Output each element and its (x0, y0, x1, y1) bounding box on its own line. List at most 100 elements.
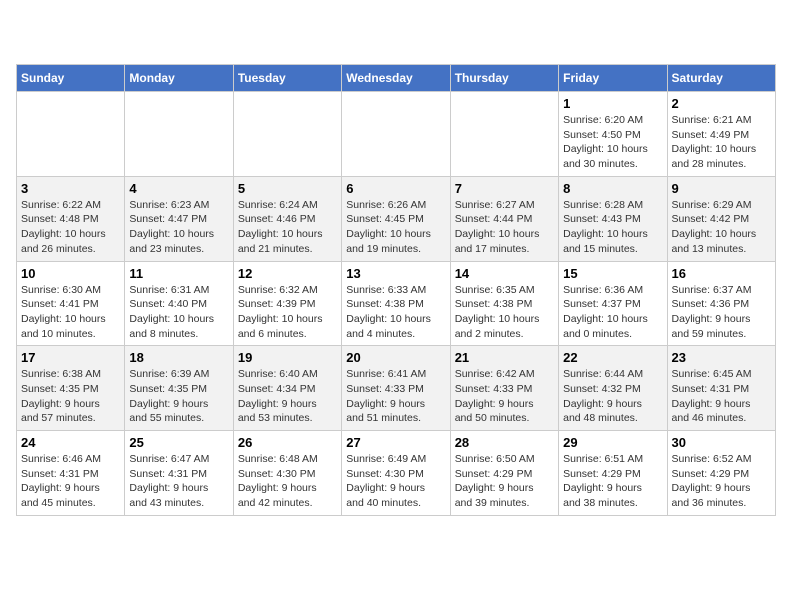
logo-icon (16, 16, 52, 52)
calendar-cell: 1Sunrise: 6:20 AM Sunset: 4:50 PM Daylig… (559, 92, 667, 177)
day-number: 14 (455, 266, 554, 281)
calendar-cell: 15 Sunrise: 6:36 AM Sunset: 4:37 PM Dayli… (559, 261, 667, 346)
calendar-cell: 28 Sunrise: 6:50 AM Sunset: 4:29 PM Dayli… (450, 431, 558, 516)
calendar-cell: 11 Sunrise: 6:31 AM Sunset: 4:40 PM Dayli… (125, 261, 233, 346)
calendar-cell (125, 92, 233, 177)
day-info: Sunrise: 6:44 AM Sunset: 4:32 PM Dayligh… (563, 367, 662, 426)
calendar-table: SundayMondayTuesdayWednesdayThursdayFrid… (16, 64, 776, 516)
calendar-cell: 17 Sunrise: 6:38 AM Sunset: 4:35 PM Dayli… (17, 346, 125, 431)
day-info: Sunrise: 6:24 AM Sunset: 4:46 PM Dayligh… (238, 198, 337, 257)
calendar-cell: 4 Sunrise: 6:23 AM Sunset: 4:47 PM Daylig… (125, 176, 233, 261)
calendar-cell: 14Sunrise: 6:35 AM Sunset: 4:38 PM Dayli… (450, 261, 558, 346)
day-info: Sunrise: 6:42 AM Sunset: 4:33 PM Dayligh… (455, 367, 554, 426)
calendar-cell: 13 Sunrise: 6:33 AM Sunset: 4:38 PM Dayli… (342, 261, 450, 346)
day-info: Sunrise: 6:26 AM Sunset: 4:45 PM Dayligh… (346, 198, 445, 257)
day-info: Sunrise: 6:38 AM Sunset: 4:35 PM Dayligh… (21, 367, 120, 426)
calendar-cell: 10 Sunrise: 6:30 AM Sunset: 4:41 PM Dayli… (17, 261, 125, 346)
calendar-cell: 19Sunrise: 6:40 AM Sunset: 4:34 PM Dayli… (233, 346, 341, 431)
day-info: Sunrise: 6:21 AM Sunset: 4:49 PM Dayligh… (672, 113, 771, 172)
day-number: 16 (672, 266, 771, 281)
day-number: 29 (563, 435, 662, 450)
day-info: Sunrise: 6:48 AM Sunset: 4:30 PM Dayligh… (238, 452, 337, 511)
calendar-week-row: 10 Sunrise: 6:30 AM Sunset: 4:41 PM Dayli… (17, 261, 776, 346)
day-number: 19 (238, 350, 337, 365)
day-number: 24 (21, 435, 120, 450)
day-info: Sunrise: 6:39 AM Sunset: 4:35 PM Dayligh… (129, 367, 228, 426)
weekday-header: Monday (125, 65, 233, 92)
calendar-cell (17, 92, 125, 177)
day-info: Sunrise: 6:49 AM Sunset: 4:30 PM Dayligh… (346, 452, 445, 511)
day-number: 12 (238, 266, 337, 281)
day-number: 30 (672, 435, 771, 450)
weekday-header: Friday (559, 65, 667, 92)
day-info: Sunrise: 6:46 AM Sunset: 4:31 PM Dayligh… (21, 452, 120, 511)
day-number: 20 (346, 350, 445, 365)
day-number: 25 (129, 435, 228, 450)
calendar-cell: 7 Sunrise: 6:27 AM Sunset: 4:44 PM Daylig… (450, 176, 558, 261)
day-number: 3 (21, 181, 120, 196)
day-number: 22 (563, 350, 662, 365)
calendar-cell: 30 Sunrise: 6:52 AM Sunset: 4:29 PM Dayli… (667, 431, 775, 516)
day-info: Sunrise: 6:36 AM Sunset: 4:37 PM Dayligh… (563, 283, 662, 342)
day-number: 11 (129, 266, 228, 281)
calendar-cell: 12 Sunrise: 6:32 AM Sunset: 4:39 PM Dayli… (233, 261, 341, 346)
day-number: 26 (238, 435, 337, 450)
calendar-week-row: 1Sunrise: 6:20 AM Sunset: 4:50 PM Daylig… (17, 92, 776, 177)
day-info: Sunrise: 6:41 AM Sunset: 4:33 PM Dayligh… (346, 367, 445, 426)
day-info: Sunrise: 6:27 AM Sunset: 4:44 PM Dayligh… (455, 198, 554, 257)
day-number: 13 (346, 266, 445, 281)
calendar-cell: 23 Sunrise: 6:45 AM Sunset: 4:31 PM Dayli… (667, 346, 775, 431)
day-info: Sunrise: 6:52 AM Sunset: 4:29 PM Dayligh… (672, 452, 771, 511)
logo (16, 16, 52, 52)
day-number: 1 (563, 96, 662, 111)
calendar-cell: 27 Sunrise: 6:49 AM Sunset: 4:30 PM Dayli… (342, 431, 450, 516)
day-number: 6 (346, 181, 445, 196)
day-info: Sunrise: 6:45 AM Sunset: 4:31 PM Dayligh… (672, 367, 771, 426)
day-number: 18 (129, 350, 228, 365)
calendar-cell: 5 Sunrise: 6:24 AM Sunset: 4:46 PM Daylig… (233, 176, 341, 261)
day-number: 10 (21, 266, 120, 281)
day-number: 27 (346, 435, 445, 450)
calendar-cell: 22 Sunrise: 6:44 AM Sunset: 4:32 PM Dayli… (559, 346, 667, 431)
day-info: Sunrise: 6:37 AM Sunset: 4:36 PM Dayligh… (672, 283, 771, 342)
calendar-week-row: 24 Sunrise: 6:46 AM Sunset: 4:31 PM Dayli… (17, 431, 776, 516)
calendar-cell: 21 Sunrise: 6:42 AM Sunset: 4:33 PM Dayli… (450, 346, 558, 431)
day-info: Sunrise: 6:47 AM Sunset: 4:31 PM Dayligh… (129, 452, 228, 511)
calendar-cell: 24 Sunrise: 6:46 AM Sunset: 4:31 PM Dayli… (17, 431, 125, 516)
day-info: Sunrise: 6:31 AM Sunset: 4:40 PM Dayligh… (129, 283, 228, 342)
weekday-header: Saturday (667, 65, 775, 92)
calendar-cell: 9Sunrise: 6:29 AM Sunset: 4:42 PM Daylig… (667, 176, 775, 261)
calendar-week-row: 17 Sunrise: 6:38 AM Sunset: 4:35 PM Dayli… (17, 346, 776, 431)
day-number: 4 (129, 181, 228, 196)
day-number: 23 (672, 350, 771, 365)
day-info: Sunrise: 6:32 AM Sunset: 4:39 PM Dayligh… (238, 283, 337, 342)
calendar-week-row: 3 Sunrise: 6:22 AM Sunset: 4:48 PM Daylig… (17, 176, 776, 261)
calendar-cell: 20 Sunrise: 6:41 AM Sunset: 4:33 PM Dayli… (342, 346, 450, 431)
day-number: 2 (672, 96, 771, 111)
calendar-cell: 3 Sunrise: 6:22 AM Sunset: 4:48 PM Daylig… (17, 176, 125, 261)
calendar-cell: 6 Sunrise: 6:26 AM Sunset: 4:45 PM Daylig… (342, 176, 450, 261)
day-info: Sunrise: 6:51 AM Sunset: 4:29 PM Dayligh… (563, 452, 662, 511)
day-info: Sunrise: 6:29 AM Sunset: 4:42 PM Dayligh… (672, 198, 771, 257)
calendar-cell: 26 Sunrise: 6:48 AM Sunset: 4:30 PM Dayli… (233, 431, 341, 516)
day-info: Sunrise: 6:22 AM Sunset: 4:48 PM Dayligh… (21, 198, 120, 257)
day-info: Sunrise: 6:23 AM Sunset: 4:47 PM Dayligh… (129, 198, 228, 257)
weekday-header-row: SundayMondayTuesdayWednesdayThursdayFrid… (17, 65, 776, 92)
day-number: 28 (455, 435, 554, 450)
calendar-cell: 18 Sunrise: 6:39 AM Sunset: 4:35 PM Dayli… (125, 346, 233, 431)
day-number: 5 (238, 181, 337, 196)
weekday-header: Tuesday (233, 65, 341, 92)
page-header (16, 16, 776, 52)
day-info: Sunrise: 6:33 AM Sunset: 4:38 PM Dayligh… (346, 283, 445, 342)
day-number: 21 (455, 350, 554, 365)
day-info: Sunrise: 6:50 AM Sunset: 4:29 PM Dayligh… (455, 452, 554, 511)
weekday-header: Sunday (17, 65, 125, 92)
day-number: 15 (563, 266, 662, 281)
day-info: Sunrise: 6:30 AM Sunset: 4:41 PM Dayligh… (21, 283, 120, 342)
day-number: 7 (455, 181, 554, 196)
calendar-cell (342, 92, 450, 177)
calendar-cell (233, 92, 341, 177)
calendar-cell (450, 92, 558, 177)
day-number: 17 (21, 350, 120, 365)
calendar-cell: 8Sunrise: 6:28 AM Sunset: 4:43 PM Daylig… (559, 176, 667, 261)
